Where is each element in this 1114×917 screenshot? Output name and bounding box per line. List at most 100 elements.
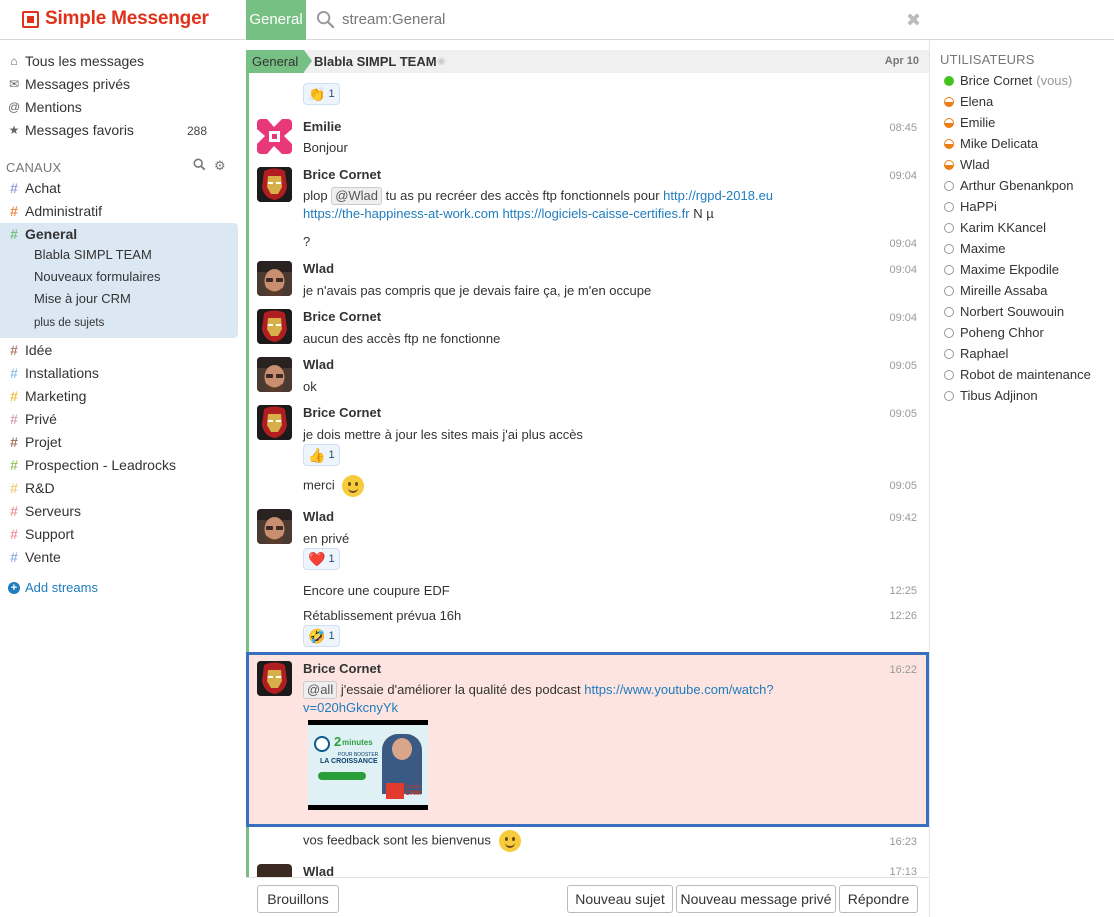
stream-general[interactable]: # General <box>8 224 77 244</box>
stream-rnd[interactable]: # R&D <box>8 478 54 498</box>
user-name: Maxime Ekpodile <box>960 262 1059 277</box>
stream-label: Achat <box>25 180 61 196</box>
add-streams-link[interactable]: + Add streams <box>8 580 98 595</box>
topic-item[interactable]: Blabla SIMPL TEAM <box>34 247 152 262</box>
user-name: Emilie <box>960 115 996 130</box>
avatar[interactable] <box>257 167 292 202</box>
close-icon[interactable]: ✖ <box>906 10 921 31</box>
sender-name[interactable]: Brice Cornet <box>303 167 381 182</box>
user-item[interactable]: Robot de maintenance <box>944 367 1091 382</box>
smiley-icon <box>498 830 521 852</box>
sender-name[interactable]: Wlad <box>303 261 334 276</box>
user-item[interactable]: Elena <box>944 94 993 109</box>
more-topics-link[interactable]: plus de sujets <box>34 317 104 329</box>
user-mention[interactable]: @Wlad <box>331 187 383 205</box>
user-item[interactable]: Arthur Gbenankpon <box>944 178 1073 193</box>
reaction-heart[interactable]: ❤️ 1 <box>303 548 340 570</box>
user-item[interactable]: Wlad <box>944 157 990 172</box>
reaction-rofl[interactable]: 🤣 1 <box>303 625 340 647</box>
topic-item[interactable]: Nouveaux formulaires <box>34 269 160 284</box>
user-item[interactable]: Tibus Adjinon <box>944 388 1038 403</box>
stream-vente[interactable]: # Vente <box>8 547 61 567</box>
video-thumbnail[interactable]: 2 minutes POUR BOOSTER LA CROISSANCE Sim… <box>308 720 428 810</box>
reaction-thumbs-up[interactable]: 👍 1 <box>303 444 340 466</box>
user-item[interactable]: Emilie <box>944 115 995 130</box>
message-link[interactable]: v=020hGkcnyYk <box>303 700 398 715</box>
stream-serveurs[interactable]: # Serveurs <box>8 501 81 521</box>
message-link[interactable]: https://www.youtube.com/watch? <box>584 682 773 697</box>
nav-all-messages[interactable]: ⌂ Tous les messages <box>8 51 144 71</box>
avatar[interactable] <box>257 309 292 344</box>
stream-installations[interactable]: # Installations <box>8 363 99 383</box>
nav-starred[interactable]: ★ Messages favoris <box>8 120 134 140</box>
message-time: 09:42 <box>889 512 917 524</box>
presence-offline-icon <box>944 285 954 296</box>
avatar[interactable] <box>257 405 292 440</box>
user-item[interactable]: Karim KKancel <box>944 220 1046 235</box>
message-time: 12:26 <box>889 610 917 622</box>
drafts-button[interactable]: Brouillons <box>257 885 339 913</box>
sender-name[interactable]: Wlad <box>303 357 334 372</box>
eye-icon[interactable]: ◉ <box>437 56 446 67</box>
presence-offline-icon <box>944 327 954 338</box>
message-link[interactable]: https://logiciels-caisse-certifies.fr <box>502 206 689 221</box>
user-item[interactable]: HaPPi <box>944 199 997 214</box>
avatar[interactable] <box>257 119 292 154</box>
user-item[interactable]: Mireille Assaba <box>944 283 1047 298</box>
search-icon[interactable] <box>193 158 206 171</box>
compose-bar: Brouillons Nouveau sujet Nouveau message… <box>246 877 929 917</box>
sender-name[interactable]: Brice Cornet <box>303 661 381 676</box>
message-link[interactable]: http://rgpd-2018.eu <box>663 188 773 203</box>
sender-name[interactable]: Brice Cornet <box>303 309 381 324</box>
user-item[interactable]: Raphael <box>944 346 1008 361</box>
stream-prive[interactable]: # Privé <box>8 409 57 429</box>
stream-administratif[interactable]: # Administratif <box>8 201 102 221</box>
avatar[interactable] <box>257 261 292 296</box>
topic-item[interactable]: Mise à jour CRM <box>34 291 131 306</box>
user-item[interactable]: Norbert Souwouin <box>944 304 1064 319</box>
message-text: plop @Wlad tu as pu recréer des accès ft… <box>303 187 913 223</box>
sender-name[interactable]: Brice Cornet <box>303 405 381 420</box>
recipient-stream[interactable]: General <box>246 50 312 73</box>
stream-marketing[interactable]: # Marketing <box>8 386 86 406</box>
new-private-message-button[interactable]: Nouveau message privé <box>676 885 836 913</box>
sender-name[interactable]: Wlad <box>303 509 334 524</box>
user-item[interactable]: Poheng Chhor <box>944 325 1044 340</box>
presence-idle-icon <box>944 96 954 107</box>
avatar[interactable] <box>257 509 292 544</box>
ironman-avatar <box>257 167 292 202</box>
reaction-clap[interactable]: 👏 1 <box>303 83 340 105</box>
user-item[interactable]: Mike Delicata <box>944 136 1038 151</box>
message-link[interactable]: https://the-happiness-at-work.com <box>303 206 499 221</box>
stream-achat[interactable]: # Achat <box>8 178 61 198</box>
user-item[interactable]: Brice Cornet (vous) <box>944 73 1072 88</box>
brand[interactable]: Simple Messenger <box>22 8 209 30</box>
reaction-count: 1 <box>328 88 335 100</box>
users-heading: UTILISATEURS <box>940 52 1035 67</box>
nav-mentions[interactable]: @ Mentions <box>8 97 82 117</box>
nav-private-messages[interactable]: ✉ Messages privés <box>8 74 130 94</box>
home-icon: ⌂ <box>10 54 18 68</box>
search-bar[interactable]: stream:General ✖ <box>306 0 932 40</box>
recipient-topic[interactable]: Blabla SIMPL TEAM <box>314 50 437 73</box>
avatar[interactable] <box>257 661 292 696</box>
sender-name[interactable]: Wlad <box>303 864 334 877</box>
user-item[interactable]: Maxime <box>944 241 1006 256</box>
stream-idee[interactable]: # Idée <box>8 340 52 360</box>
search-input[interactable]: stream:General <box>342 11 445 28</box>
gear-icon[interactable]: ⚙ <box>214 158 226 174</box>
thumb-text: minutes <box>342 738 373 747</box>
user-item[interactable]: Maxime Ekpodile <box>944 262 1059 277</box>
new-topic-button[interactable]: Nouveau sujet <box>567 885 673 913</box>
channels-heading: CANAUX <box>6 160 62 175</box>
stream-support[interactable]: # Support <box>8 524 74 544</box>
avatar[interactable] <box>257 864 292 877</box>
stream-prospection[interactable]: # Prospection - Leadrocks <box>8 455 176 475</box>
avatar[interactable] <box>257 357 292 392</box>
stream-projet[interactable]: # Projet <box>8 432 61 452</box>
starred-count: 288 <box>187 124 208 138</box>
narrow-stream-tab[interactable]: General <box>246 0 306 40</box>
sender-name[interactable]: Emilie <box>303 119 341 134</box>
user-mention[interactable]: @all <box>303 681 338 699</box>
reply-button[interactable]: Répondre <box>839 885 918 913</box>
